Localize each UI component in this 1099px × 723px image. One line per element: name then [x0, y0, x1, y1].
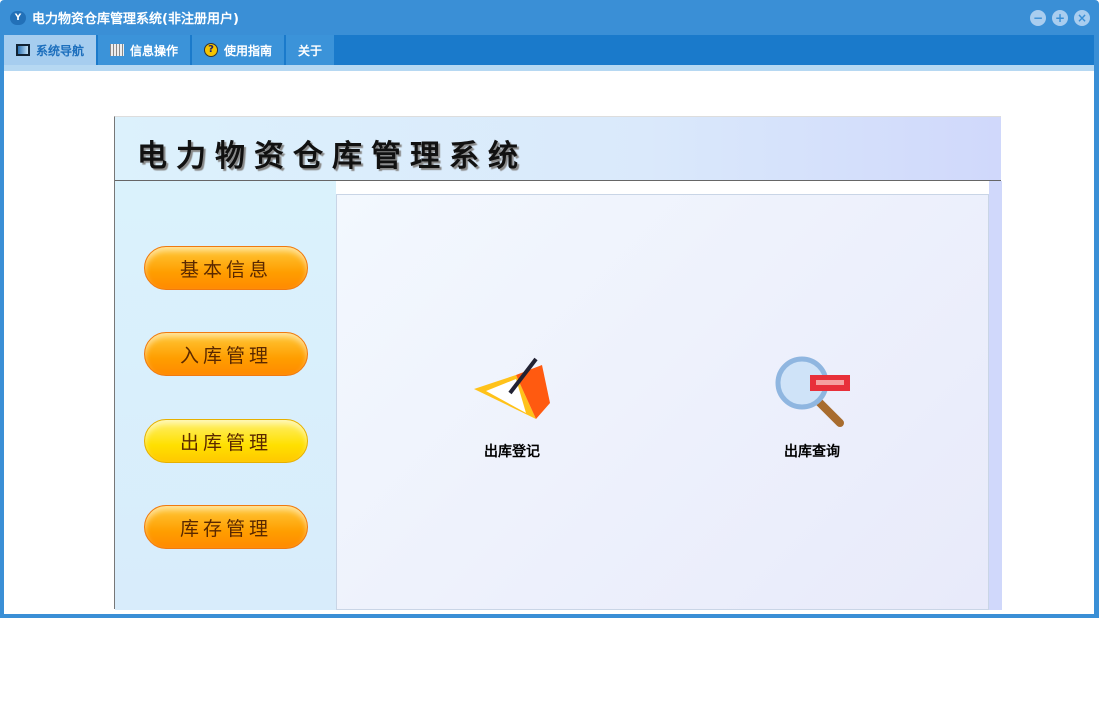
magnifier-icon: [775, 356, 850, 427]
left-menu: 基本信息 入库管理 出库管理 库存管理: [115, 181, 336, 610]
title-bar: Y 电力物资仓库管理系统(非注册用户) − + ×: [0, 0, 1099, 35]
tab-label: 使用指南: [224, 43, 273, 58]
basic-info-button[interactable]: 基本信息: [144, 246, 308, 290]
tab-guide[interactable]: ? 使用指南: [192, 35, 285, 65]
tab-bar: 系统导航 信息操作 ? 使用指南 关于: [4, 35, 1094, 65]
close-icon[interactable]: ×: [1074, 10, 1090, 26]
system-title: 电力物资仓库管理系统: [137, 139, 527, 174]
item-label: 出库登记: [484, 444, 540, 460]
panel-right-edge: [989, 181, 1002, 610]
app-logo-icon: Y: [10, 10, 26, 25]
item-label: 出库查询: [784, 444, 840, 460]
help-icon: ?: [204, 43, 219, 57]
stock-in-button[interactable]: 入库管理: [144, 332, 308, 376]
maximize-icon[interactable]: +: [1052, 10, 1068, 26]
nav-panel: 电力物资仓库管理系统 基本信息 入库管理 出库管理 库存管理 出库登记 出库查询: [114, 116, 1002, 610]
tab-label: 信息操作: [130, 43, 179, 58]
tab-system-nav[interactable]: 系统导航: [4, 35, 97, 65]
stock-out-query-item[interactable]: 出库查询: [762, 353, 862, 461]
stock-out-register-item[interactable]: 出库登记: [462, 353, 562, 461]
folder-pen-icon: [474, 357, 550, 419]
tab-about[interactable]: 关于: [286, 35, 335, 65]
grid-icon: [110, 44, 125, 56]
tab-info-ops[interactable]: 信息操作: [98, 35, 191, 65]
tab-label: 关于: [298, 43, 323, 58]
stock-out-button[interactable]: 出库管理: [144, 419, 308, 463]
main-pane: 出库登记 出库查询: [336, 194, 989, 610]
tab-label: 系统导航: [36, 43, 85, 58]
inventory-button[interactable]: 库存管理: [144, 505, 308, 549]
minimize-icon[interactable]: −: [1030, 10, 1046, 26]
window-title: 电力物资仓库管理系统(非注册用户): [32, 12, 239, 27]
monitor-icon: [16, 44, 30, 56]
panel-header: 电力物资仓库管理系统: [115, 117, 1001, 181]
